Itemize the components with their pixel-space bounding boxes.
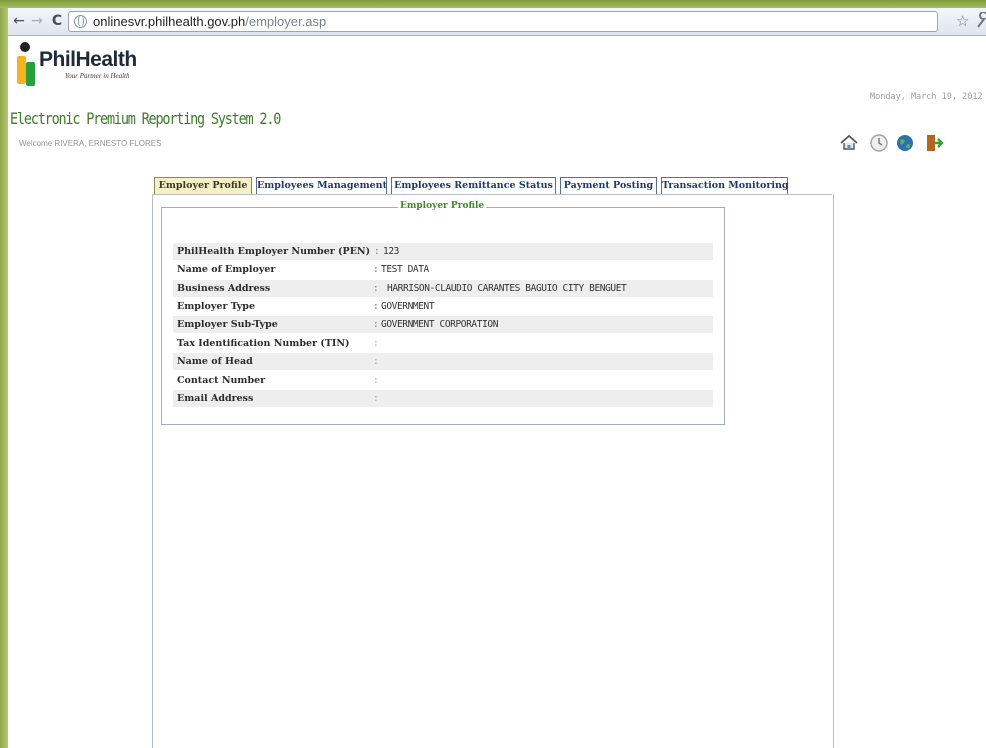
home-icon[interactable] — [839, 133, 859, 153]
url-path: /employer.asp — [245, 14, 327, 29]
current-date: Monday, March 19, 2012 — [870, 92, 983, 102]
tab-transaction-monitoring[interactable]: Transaction Monitoring — [661, 177, 789, 195]
wrench-icon[interactable] — [976, 11, 986, 33]
fieldset-legend: Employer Profile — [398, 200, 487, 213]
tab-payment-posting[interactable]: Payment Posting — [560, 177, 657, 195]
profile-row-tin: Tax Identification Number (TIN) : — [173, 335, 713, 352]
profile-row-employer-sub-type: Employer Sub-Type : GOVERNMENT CORPORATI… — [173, 316, 713, 333]
row-separator: : — [373, 393, 379, 404]
clock-icon[interactable] — [869, 133, 889, 153]
row-value: GOVERNMENT CORPORATION — [381, 319, 499, 330]
row-label: Name of Head — [177, 356, 253, 367]
logo-tagline: Your Partner in Health — [65, 72, 130, 80]
row-label: Tax Identification Number (TIN) — [177, 338, 350, 349]
row-value: TEST DATA — [381, 264, 429, 275]
row-separator: : — [373, 338, 379, 349]
row-separator: : — [373, 356, 379, 367]
row-value: GOVERNMENT — [381, 301, 435, 312]
address-bar[interactable]: onlinesvr.philhealth.gov.ph/employer.asp — [68, 11, 938, 32]
profile-row-name-of-head: Name of Head : — [173, 353, 713, 370]
url-text: onlinesvr.philhealth.gov.ph/employer.asp — [93, 14, 326, 29]
row-label: Employer Sub-Type — [177, 319, 278, 330]
row-label: Business Address — [177, 283, 271, 294]
profile-row-email-address: Email Address : — [173, 390, 713, 407]
welcome-text: Welcome RIVERA, ERNESTO FLORES — [19, 139, 162, 148]
row-value: HARRISON-CLAUDIO CARANTES BAGUIO CITY BE… — [387, 283, 627, 294]
back-arrow-icon[interactable]: ← — [10, 12, 28, 30]
logout-icon[interactable] — [924, 133, 944, 153]
row-label: Name of Employer — [177, 264, 276, 275]
row-value: 123 — [383, 246, 399, 257]
tab-employer-profile[interactable]: Employer Profile — [154, 177, 252, 195]
row-label: PhilHealth Employer Number (PEN) — [177, 246, 371, 257]
window-frame-left — [0, 8, 8, 748]
philhealth-logo[interactable]: PhilHealth Your Partner in Health — [17, 42, 177, 90]
globe-icon[interactable] — [895, 133, 915, 153]
row-separator: : — [373, 283, 379, 294]
window-frame-top — [0, 0, 986, 8]
profile-row-employer-name: Name of Employer : TEST DATA — [173, 261, 713, 278]
tab-employees-remittance-status[interactable]: Employees Remittance Status — [391, 177, 556, 195]
row-separator: : — [373, 375, 379, 386]
row-separator: : — [373, 301, 379, 312]
bookmark-star-icon[interactable]: ☆ — [956, 12, 969, 30]
browser-toolbar: ← → C onlinesvr.philhealth.gov.ph/employ… — [8, 8, 986, 36]
row-separator: : — [374, 246, 380, 257]
reload-icon[interactable]: C — [48, 12, 66, 30]
profile-row-employer-type: Employer Type : GOVERNMENT — [173, 298, 713, 315]
quick-icons — [839, 133, 951, 157]
row-separator: : — [373, 264, 379, 275]
forward-arrow-icon[interactable]: → — [28, 12, 46, 30]
system-title: Electronic Premium Reporting System 2.0 — [10, 110, 281, 129]
tab-employees-management[interactable]: Employees Management — [256, 177, 387, 195]
row-separator: : — [373, 319, 379, 330]
row-label: Email Address — [177, 393, 254, 404]
profile-row-pen: PhilHealth Employer Number (PEN) : 123 — [173, 243, 713, 260]
profile-row-business-address: Business Address : HARRISON-CLAUDIO CARA… — [173, 280, 713, 297]
page-globe-icon — [74, 15, 87, 28]
url-host: onlinesvr.philhealth.gov.ph — [93, 14, 246, 29]
profile-row-contact-number: Contact Number : — [173, 372, 713, 389]
logo-figure-icon — [17, 42, 37, 86]
logo-wordmark: PhilHealth — [39, 48, 137, 71]
row-label: Employer Type — [177, 301, 255, 312]
row-label: Contact Number — [177, 375, 266, 386]
